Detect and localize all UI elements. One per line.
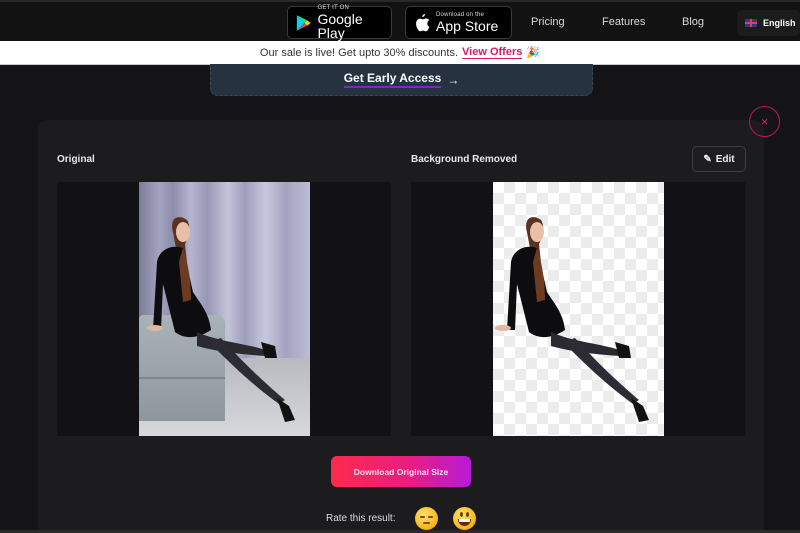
background-removed-label: Background Removed (411, 154, 518, 165)
rate-result-label: Rate this result: (326, 513, 396, 524)
grinning-face-icon-eye-right (466, 512, 469, 517)
uk-flag-icon (745, 19, 757, 27)
original-label: Original (57, 154, 95, 165)
unamused-face-icon-mouth (423, 522, 430, 524)
language-label: English (763, 18, 796, 28)
woman-figure-cutout (495, 217, 649, 422)
grinning-face-icon-mouth (458, 519, 471, 526)
grinning-face-rating-button[interactable] (453, 507, 476, 530)
background-removed-image (493, 182, 664, 436)
background-removed-image-container (411, 182, 745, 436)
original-image-container (57, 182, 391, 436)
edit-label: Edit (715, 153, 735, 165)
top-navigation: GET IT ON Google Play Download on the Ap… (0, 0, 800, 41)
arrow-right-icon: → (447, 72, 460, 87)
sale-banner: Our sale is live! Get upto 30% discounts… (0, 41, 800, 65)
unamused-face-rating-button[interactable] (415, 507, 438, 530)
nav-link-features[interactable]: Features (602, 16, 645, 28)
pencil-icon: ✎ (703, 153, 712, 165)
get-early-access-label: Get Early Access (343, 71, 442, 88)
app-store-button[interactable]: Download on the App Store (405, 6, 512, 39)
nav-link-pricing[interactable]: Pricing (531, 16, 565, 28)
download-original-size-button[interactable]: Download Original Size (331, 456, 471, 487)
original-image (139, 182, 310, 436)
nav-link-blog[interactable]: Blog (682, 16, 704, 28)
app-store-label: App Store (436, 18, 499, 34)
unamused-face-icon-eye-right (428, 516, 433, 518)
edit-button[interactable]: ✎ Edit (692, 146, 746, 172)
sale-banner-text: Our sale is live! Get upto 30% discounts… (259, 46, 459, 59)
google-play-icon (296, 14, 311, 31)
unamused-face-icon-eye-left (420, 516, 425, 518)
woman-figure (147, 217, 295, 422)
language-selector[interactable]: English (737, 10, 800, 36)
view-offers-link[interactable]: View Offers (462, 46, 523, 59)
google-play-button[interactable]: GET IT ON Google Play (287, 5, 392, 41)
get-early-access-button[interactable]: Get Early Access → (210, 64, 593, 96)
grinning-face-icon-eye-left (460, 512, 463, 517)
download-original-size-label: Download Original Size (353, 466, 449, 477)
google-play-label: Google Play (317, 11, 363, 41)
close-button[interactable]: × (749, 106, 780, 137)
party-popper-icon: 🎉 (526, 47, 541, 59)
close-icon: × (760, 114, 769, 129)
apple-icon (416, 14, 430, 32)
